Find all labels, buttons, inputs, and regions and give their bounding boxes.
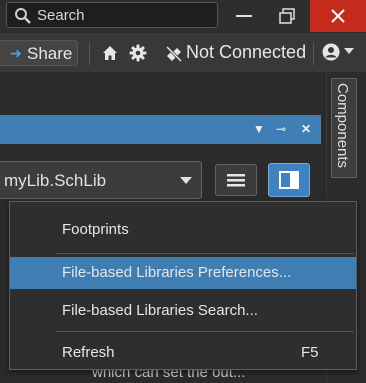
close-icon [331,9,345,23]
menu-item-refresh[interactable]: Refresh F5 [10,337,356,369]
not-connected-icon [165,45,183,63]
minimize-button[interactable] [222,0,268,32]
menu-item-label: File-based Libraries Search... [62,302,258,319]
home-icon[interactable] [102,45,118,61]
library-select[interactable]: myLib.SchLib [0,161,202,199]
minimize-icon [236,15,252,17]
pin-icon[interactable]: ⊸ [276,122,286,136]
search-box[interactable]: Search [6,2,218,28]
hamburger-icon [227,174,245,187]
components-tab-label: Components [334,83,351,169]
title-bar: Search [0,0,366,32]
user-menu[interactable] [322,43,354,66]
search-placeholder: Search [37,7,85,24]
restore-button[interactable] [264,0,310,32]
connection-status-label: Not Connected [186,42,307,62]
user-icon [322,43,340,61]
chevron-down-icon [344,48,354,54]
share-label: Share [27,44,73,63]
share-arrow-icon: ➜ [10,45,22,61]
menu-item-label: Footprints [62,221,129,238]
menu-item-footprints[interactable]: Footprints [10,214,356,246]
chevron-down-icon [180,177,192,184]
menu-item-label: File-based Libraries Preferences... [62,264,292,281]
share-button[interactable]: ➜ Share [0,40,78,66]
toolbar: ➜ Share Not Connected [0,32,366,73]
dropdown-menu: Footprints File-based Libraries Preferen… [9,201,357,370]
menu-item-shortcut: F5 [301,344,319,361]
menu-separator [56,331,354,332]
panel-menu-icon[interactable]: ▼ [253,122,265,136]
toolbar-divider [313,43,314,65]
close-button[interactable] [310,0,366,32]
panel-header: ▼ ⊸ ✕ [0,115,321,144]
library-select-value: myLib.SchLib [4,171,107,190]
menu-item-search[interactable]: File-based Libraries Search... [10,295,356,327]
panel-layout-icon [279,171,299,189]
restore-icon [279,8,295,24]
menu-item-label: Refresh [62,344,115,361]
menu-item-preferences[interactable]: File-based Libraries Preferences... [10,257,356,289]
search-icon [15,8,31,24]
components-tab[interactable]: Components [331,78,357,178]
menu-separator [56,253,354,254]
gear-icon[interactable] [129,44,147,62]
toolbar-divider [89,43,90,65]
panel-layout-button[interactable] [268,163,310,197]
panel-close-icon[interactable]: ✕ [301,122,311,136]
menu-button[interactable] [215,164,257,196]
